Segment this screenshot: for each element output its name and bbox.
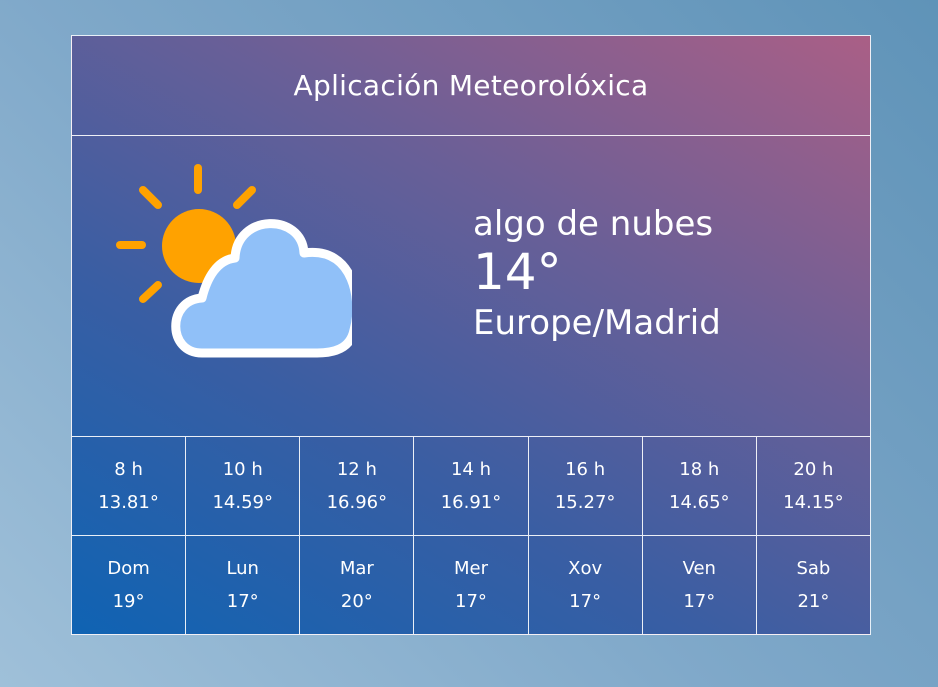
hourly-item: 20 h 14.15° [757, 437, 870, 535]
hour-label: 16 h [565, 459, 606, 480]
day-label: Ven [682, 558, 716, 579]
daily-forecast: Dom 19° Lun 17° Mar 20° Mer 17° Xov 17° … [72, 536, 870, 634]
day-temp: 17° [226, 591, 259, 612]
day-temp: 21° [797, 591, 830, 612]
hour-label: 10 h [222, 459, 263, 480]
current-temperature: 14° [473, 243, 562, 301]
daily-item: Ven 17° [643, 536, 757, 634]
hourly-forecast: 8 h 13.81° 10 h 14.59° 12 h 16.96° 14 h … [72, 437, 870, 536]
hour-temp: 14.65° [669, 492, 730, 513]
hourly-item: 16 h 15.27° [529, 437, 643, 535]
hourly-item: 12 h 16.96° [300, 437, 415, 535]
day-label: Mer [453, 558, 488, 579]
hour-temp: 13.81° [98, 492, 159, 513]
hourly-item: 18 h 14.65° [643, 437, 757, 535]
hourly-item: 10 h 14.59° [186, 437, 301, 535]
day-temp: 17° [569, 591, 602, 612]
daily-item: Mar 20° [300, 536, 415, 634]
day-temp: 17° [683, 591, 716, 612]
hour-label: 8 h [114, 459, 143, 480]
hour-temp: 14.59° [212, 492, 273, 513]
weather-app: Aplicación Meteorolóxica algo de nubes 1… [71, 35, 871, 635]
hour-label: 20 h [793, 459, 834, 480]
day-label: Mar [339, 558, 374, 579]
partly-cloudy-icon [116, 164, 352, 358]
day-label: Dom [107, 558, 150, 579]
daily-item: Dom 19° [72, 536, 187, 634]
day-temp: 17° [455, 591, 487, 612]
daily-item: Mer 17° [414, 536, 529, 634]
daily-item: Xov 17° [529, 536, 643, 634]
daily-item: Sab 21° [757, 536, 870, 634]
hour-label: 14 h [450, 459, 492, 480]
day-label: Xov [568, 558, 603, 579]
hour-temp: 16.91° [440, 492, 502, 513]
app-header: Aplicación Meteorolóxica [72, 36, 870, 136]
day-temp: 19° [112, 591, 145, 612]
day-temp: 20° [340, 591, 373, 612]
daily-item: Lun 17° [186, 536, 301, 634]
weather-description: algo de nubes [473, 204, 714, 244]
current-info: algo de nubes 14° Europe/Madrid [473, 202, 721, 348]
hour-label: 18 h [679, 459, 720, 480]
hour-temp: 14.15° [783, 492, 844, 513]
hour-temp: 15.27° [554, 492, 616, 513]
hourly-item: 14 h 16.91° [414, 437, 529, 535]
day-label: Lun [226, 558, 259, 579]
day-label: Sab [796, 558, 831, 579]
app-title: Aplicación Meteorolóxica [293, 69, 649, 102]
location-name: Europe/Madrid [473, 303, 721, 343]
hour-label: 12 h [336, 459, 377, 480]
hour-temp: 16.96° [326, 492, 388, 513]
current-weather-panel: algo de nubes 14° Europe/Madrid [72, 136, 870, 437]
hourly-item: 8 h 13.81° [72, 437, 187, 535]
